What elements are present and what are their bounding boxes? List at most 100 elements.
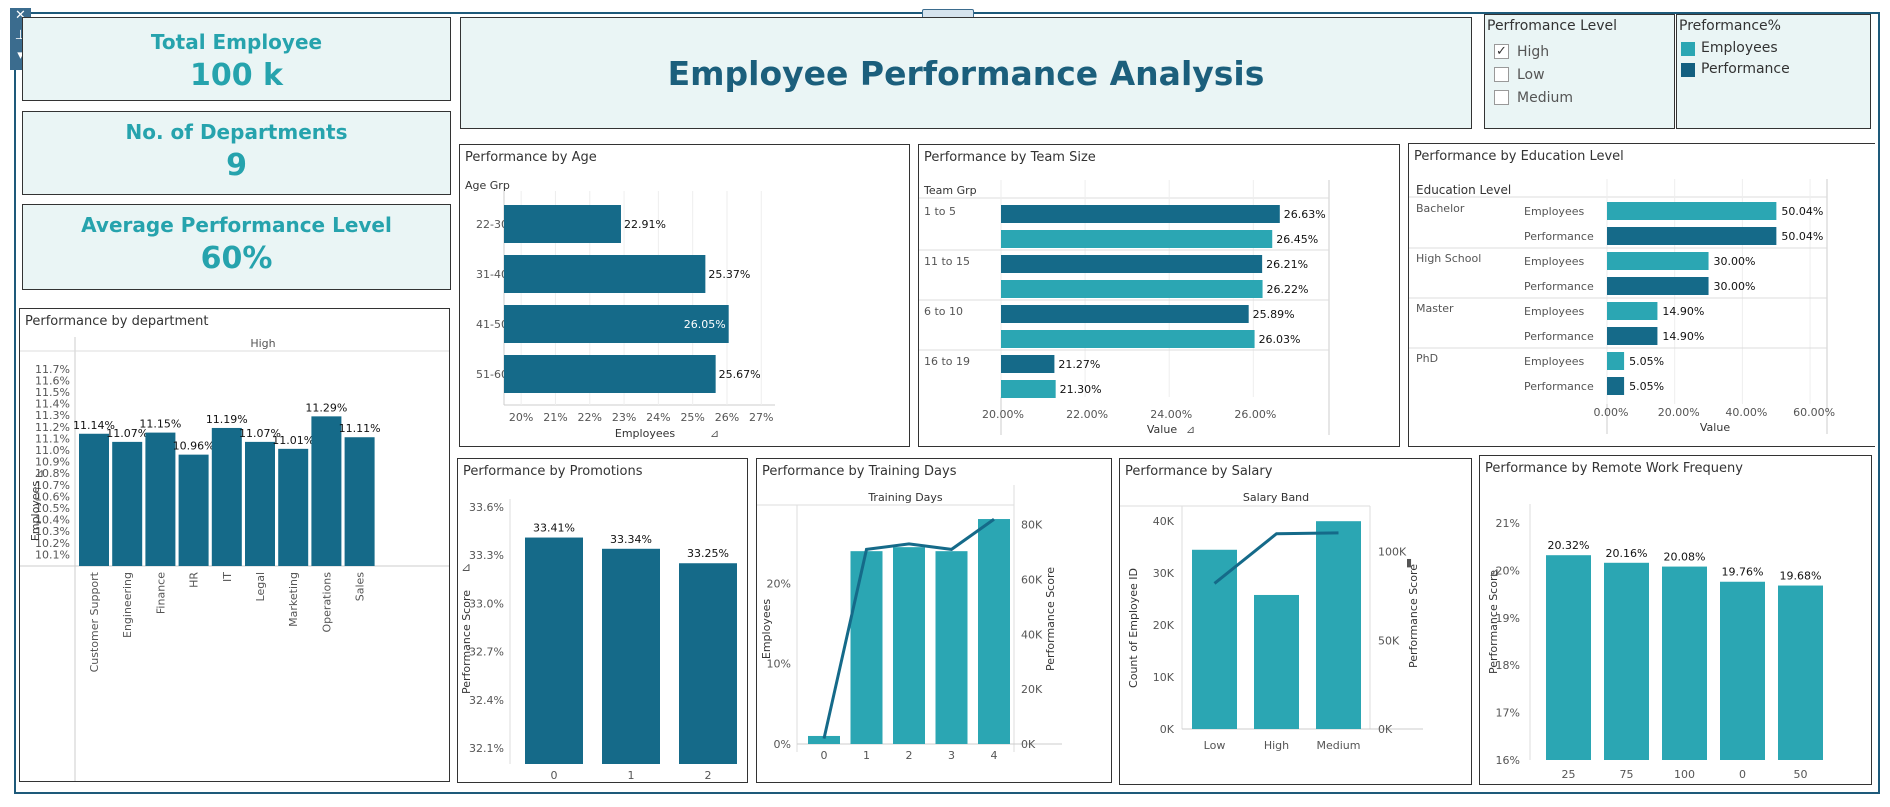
y2-tick-label: 80K [1021,519,1043,532]
bar [1607,227,1777,245]
bar [1001,255,1263,273]
y-axis-label: Performance Score [460,590,473,694]
data-label: 26.05% [684,318,726,331]
bar [245,441,275,566]
pin-icon: ⊿ [1489,565,1499,579]
y-tick-label: 11 to 15 [924,255,970,268]
data-label: 5.05% [1629,380,1664,393]
chart-icon: ▮ [1406,556,1412,569]
pin-icon: ⊿ [710,427,719,440]
bar [504,255,706,293]
bar [850,551,883,744]
filter-checkbox-high[interactable]: ✓ [1494,44,1509,59]
data-label: 20.08% [1664,551,1706,564]
panel-team-size: Performance by Team Size Team Grp 20.00% 2… [918,144,1400,447]
x-tick-label: 1 [863,749,870,762]
y-axis-label: Count of Employee ID [1127,568,1140,688]
data-label: 30.00% [1714,280,1756,293]
bar [278,448,309,566]
y-tick-label: 33.6% [469,501,504,514]
data-label: 14.90% [1662,330,1704,343]
y-tick-label: 0K [1160,723,1175,736]
y-tick-label: 10.1% [35,548,70,561]
dashboard-title-card: Employee Performance Analysis [460,17,1472,129]
y-tick-label: 30K [1153,567,1175,580]
data-label: 19.68% [1780,570,1822,583]
bar [525,537,583,764]
x-tick-label: 0 [1739,768,1746,781]
y-tick-label: 11.2% [35,421,70,434]
x-tick-label: 40.00% [1725,406,1767,419]
data-label: 22.91% [624,218,666,231]
category-header: Team Grp [923,184,977,197]
x-tick-label: 1 [628,769,635,782]
y-axis-label: Performance Score [1487,570,1500,674]
category-header: Age Grp [465,179,510,192]
data-label: 19.76% [1722,566,1764,579]
y-tick-label: PhD [1416,352,1438,365]
bar [1607,327,1658,345]
legend-swatch-employees [1681,42,1695,56]
x-tick-label: 25% [680,411,704,424]
y-tick-label: 6 to 10 [924,305,963,318]
y-axis-label: Employees [760,599,773,659]
team-size-chart: Team Grp 20.00% 22.00% 24.00% 26.00% 1 to 5 26… [919,180,1330,436]
data-label: 11.01% [272,434,314,447]
data-label: 21.30% [1060,383,1102,396]
bar [935,551,968,744]
x-tick-label: 100 [1674,768,1695,781]
data-label: 26.45% [1276,233,1318,246]
y-tick-label: 20% [767,577,791,590]
bar [145,432,176,566]
bar [1607,302,1658,320]
y-tick-label: 22-30 [476,218,508,231]
panel-education: Performance by Education Level Education… [1408,143,1875,447]
x-tick-label: Marketing [287,572,300,627]
y-tick-label: 51-60 [476,368,508,381]
y-tick-label: 31-40 [476,268,508,281]
bar [1607,252,1709,270]
filter-checkbox-low[interactable] [1494,67,1509,82]
pin-icon: ⊿ [34,466,44,480]
x-tick-label: 0.00% [1594,406,1629,419]
data-label: 5.05% [1629,355,1664,368]
kpi-label: Average Performance Level [81,213,392,237]
x-tick-label: 22.00% [1066,408,1108,421]
bar [1001,230,1273,248]
data-label: 20.32% [1548,539,1590,552]
x-tick-label: 75 [1620,768,1634,781]
y-tick-label: 1 to 5 [924,205,956,218]
y-tick-label: 17% [1496,707,1520,720]
y-tick-label: 11.7% [35,363,70,376]
filter-option-label: Medium [1517,90,1573,106]
bar [1604,562,1649,760]
y-axis-label: Employees [29,481,42,541]
filter-checkbox-medium[interactable] [1494,90,1509,105]
y-tick-label: 32.7% [469,646,504,659]
data-label: 26.21% [1266,258,1308,271]
x-tick-label: 20.00% [982,408,1024,421]
x-tick-label: HR [188,572,201,588]
pin-icon: ⊿ [461,560,471,574]
y-tick-label: 11.4% [35,398,70,411]
bar [504,205,621,243]
promotions-chart: 32.1% 32.4% 32.7% 33.0% 33.3% 33.6% 33.41% 0 33.… [460,499,737,782]
kpi-value: 60% [200,241,273,276]
measure-label: Employees [1524,305,1584,318]
panel-salary: Performance by Salary Salary Band 0K 10K 20… [1119,458,1472,785]
x-tick-label: 27% [749,411,773,424]
data-label: 25.37% [708,268,750,281]
data-label: 25.89% [1253,308,1295,321]
data-label: 11.11% [339,422,381,435]
data-label: 20.16% [1606,547,1648,560]
x-axis-label: Value [1147,423,1177,436]
x-tick-label: 60.00% [1793,406,1835,419]
data-label: 50.04% [1781,230,1823,243]
x-tick-label: 3 [948,749,955,762]
measure-label: Employees [1524,205,1584,218]
y-tick-label: 21% [1496,517,1520,530]
x-tick-label: Low [1204,739,1226,752]
x-tick-label: 0 [551,769,558,782]
measure-label: Performance [1524,280,1594,293]
y-tick-label: 33.0% [469,597,504,610]
